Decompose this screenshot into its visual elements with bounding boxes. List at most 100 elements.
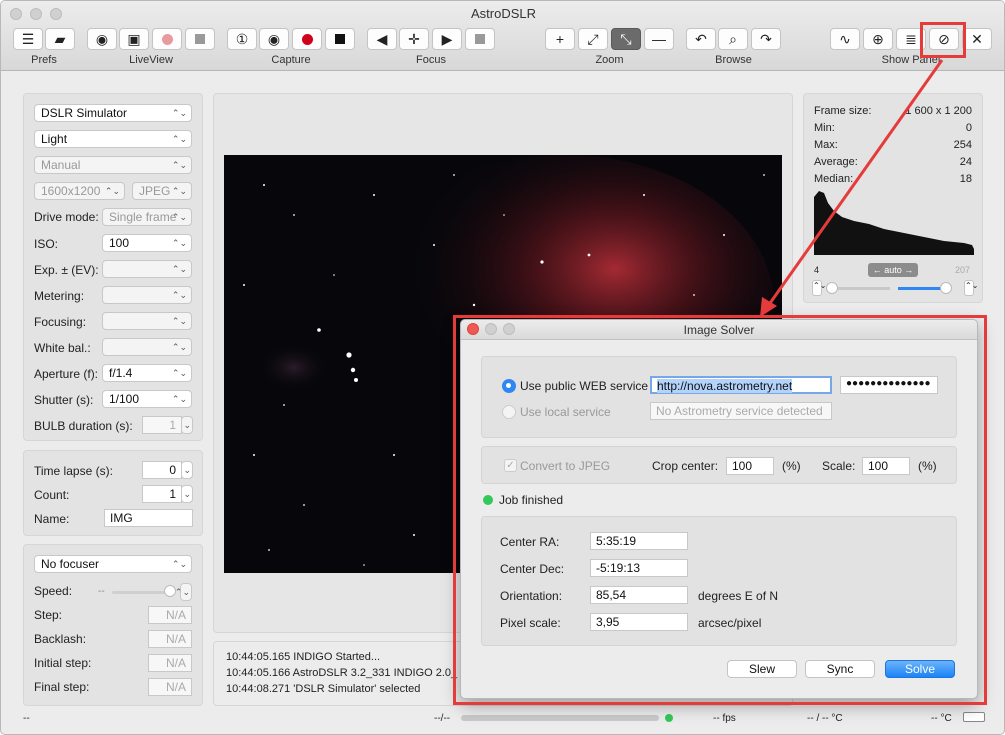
aperture-select[interactable]: f/1.4 ⌃⌄ xyxy=(102,364,192,382)
low-stepper[interactable]: ⌃⌄ xyxy=(812,280,826,296)
name-label: Name: xyxy=(34,512,70,526)
focusing-select[interactable]: ⌃⌄ xyxy=(102,312,192,330)
focusing-label: Focusing: xyxy=(34,315,87,329)
zoom-actual-icon[interactable]: ⤡ xyxy=(611,28,641,50)
sequence-panel: Time lapse (s): 0 ⌄ Count: 1 ⌄ Name: IMG xyxy=(23,450,203,536)
zoom-out-icon[interactable]: — xyxy=(644,28,674,50)
device-select[interactable]: DSLR Simulator ⌃⌄ xyxy=(34,104,192,122)
capture-record-icon[interactable] xyxy=(292,28,322,50)
frame-size-value: 1 600 x 1 200 xyxy=(905,105,972,117)
window-title: AstroDSLR xyxy=(470,6,537,21)
initial-step-field[interactable]: N/A xyxy=(148,654,192,672)
status-left: -- xyxy=(23,713,30,724)
panel-globe-icon[interactable]: ⊕ xyxy=(863,28,893,50)
liveview-frame-icon[interactable]: ▣ xyxy=(119,28,149,50)
resolution-select[interactable]: 1600x1200 ⌃⌄ xyxy=(34,182,125,200)
liveview-eye-icon[interactable]: ◉ xyxy=(87,28,117,50)
median-label: Median: xyxy=(814,173,854,185)
group-label-capture: Capture xyxy=(271,54,311,66)
min-value: 0 xyxy=(965,122,972,134)
panel-tools-icon[interactable]: ✕ xyxy=(962,28,992,50)
focuser-panel: No focuser ⌃⌄ Speed: -- ⌃⌄ Step: N/A Back… xyxy=(23,544,203,706)
capture-preview-eye-icon[interactable]: ◉ xyxy=(259,28,289,50)
group-label-zoom: Zoom xyxy=(595,54,624,66)
low-slider-knob[interactable] xyxy=(826,282,838,294)
metering-label: Metering: xyxy=(34,289,85,303)
backlash-label: Backlash: xyxy=(34,632,87,646)
name-field[interactable]: IMG xyxy=(104,509,193,527)
panel-histogram-icon[interactable]: ∿ xyxy=(830,28,860,50)
final-step-field[interactable]: N/A xyxy=(148,678,192,696)
count-stepper[interactable]: ⌄ xyxy=(181,485,193,503)
speed-stepper[interactable]: ⌃⌄ xyxy=(175,583,192,601)
speed-slider[interactable] xyxy=(112,591,172,594)
step-label: Step: xyxy=(34,608,63,622)
final-step-label: Final step: xyxy=(34,680,90,694)
zoom-crosshair-icon[interactable]: + xyxy=(545,28,575,50)
max-label: Max: xyxy=(814,139,838,151)
hist-low: 4 xyxy=(814,265,820,275)
camera-settings-panel: DSLR Simulator ⌃⌄ Light ⌃⌄ Manual ⌃⌄ 1600x1… xyxy=(23,93,203,441)
group-label-browse: Browse xyxy=(715,54,752,66)
browse-back-icon[interactable]: ↶ xyxy=(686,28,716,50)
speed-label: Speed: xyxy=(34,584,73,598)
status-fps: -- fps xyxy=(713,713,736,724)
histogram xyxy=(814,191,974,255)
focus-out-icon[interactable]: ▶ xyxy=(432,28,462,50)
timelapse-stepper[interactable]: ⌄ xyxy=(181,461,193,479)
log-line: 10:44:08.271 'DSLR Simulator' selected xyxy=(226,683,421,695)
exp-select[interactable]: ⌃⌄ xyxy=(102,260,192,278)
toolbar: AstroDSLR ☰ ▰ ◉ ▣ ① ◉ ◀ ✛ ▶ + ⤢ ⤡ — ↶ ⌕ … xyxy=(1,1,1004,71)
log-line: 10:44:05.165 INDIGO Started... xyxy=(226,651,381,663)
browse-search-icon[interactable]: ⌕ xyxy=(718,28,748,50)
frame-type-select[interactable]: Light ⌃⌄ xyxy=(34,130,192,148)
group-label-focus: Focus xyxy=(416,54,446,66)
step-field[interactable]: N/A xyxy=(148,606,192,624)
browse-forward-icon[interactable]: ↷ xyxy=(751,28,781,50)
high-slider-knob[interactable] xyxy=(940,282,952,294)
mode-select[interactable]: Manual ⌃⌄ xyxy=(34,156,192,174)
capture-stop-icon[interactable] xyxy=(325,28,355,50)
open-folder-icon[interactable]: ▰ xyxy=(45,28,75,50)
stats-panel: Frame size: 1 600 x 1 200 Min: 0 Max: 25… xyxy=(803,93,983,303)
auto-stretch-button[interactable]: ← auto → xyxy=(868,263,918,277)
drive-mode-select[interactable]: Single frame ⌃⌄ xyxy=(102,208,192,226)
zoom-fit-icon[interactable]: ⤢ xyxy=(578,28,608,50)
metering-select[interactable]: ⌃⌄ xyxy=(102,286,192,304)
median-value: 18 xyxy=(959,173,972,185)
backlash-field[interactable]: N/A xyxy=(148,630,192,648)
prefs-sliders-icon[interactable]: ☰ xyxy=(13,28,43,50)
min-label: Min: xyxy=(814,122,835,134)
high-stepper[interactable]: ⌃⌄ xyxy=(964,280,978,296)
status-temp2: -- °C xyxy=(931,713,952,724)
bulb-field[interactable]: 1 xyxy=(142,416,182,434)
liveview-stop-icon[interactable] xyxy=(185,28,215,50)
liveview-record-icon[interactable] xyxy=(152,28,182,50)
exp-label: Exp. ± (EV): xyxy=(34,263,99,277)
focus-stop-icon[interactable] xyxy=(465,28,495,50)
count-field[interactable]: 1 xyxy=(142,485,182,503)
shutter-select[interactable]: 1/100 ⌃⌄ xyxy=(102,390,192,408)
speed-value: -- xyxy=(98,586,105,597)
iso-select[interactable]: 100 ⌃⌄ xyxy=(102,234,192,252)
highlight-dialog xyxy=(453,315,987,705)
focus-target-icon[interactable]: ✛ xyxy=(399,28,429,50)
timelapse-label: Time lapse (s): xyxy=(34,464,113,478)
max-value: 254 xyxy=(953,139,972,151)
bulb-stepper[interactable]: ⌄ xyxy=(181,416,193,434)
drive-mode-label: Drive mode: xyxy=(34,210,99,224)
timelapse-field[interactable]: 0 xyxy=(142,461,182,479)
format-select[interactable]: JPEG ⌃⌄ xyxy=(132,182,192,200)
log-line: 10:44:05.166 AstroDSLR 3.2_331 INDIGO 2.… xyxy=(226,667,458,679)
group-label-show-panel: Show Panel xyxy=(881,54,941,66)
aperture-label: Aperture (f): xyxy=(34,367,99,381)
focus-in-icon[interactable]: ◀ xyxy=(367,28,397,50)
iso-label: ISO: xyxy=(34,237,59,251)
white-bal-select[interactable]: ⌃⌄ xyxy=(102,338,192,356)
capture-single-icon[interactable]: ① xyxy=(227,28,257,50)
status-temp: -- / -- °C xyxy=(807,713,843,724)
group-label-prefs: Prefs xyxy=(31,54,57,66)
hist-high: 207 xyxy=(954,265,970,275)
focuser-select[interactable]: No focuser ⌃⌄ xyxy=(34,555,192,573)
group-label-liveview: LiveView xyxy=(129,54,173,66)
